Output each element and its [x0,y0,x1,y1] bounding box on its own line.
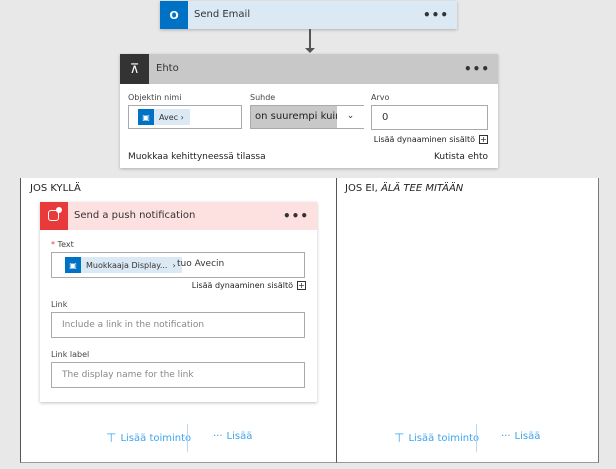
more-label: Lisää [514,431,541,442]
relation-label: Suhde [250,93,276,102]
push-notification-card: Send a push notification ••• * Text ▣ Mu… [40,202,317,402]
divider [476,424,477,452]
divider [187,424,188,452]
advanced-mode-link[interactable]: Muokkaa kehittyneessä tilassa [128,152,266,162]
condition-title: Ehto [156,63,179,74]
collapse-condition-link[interactable]: Kutista ehto [434,152,488,162]
no-branch-italic: ÄLÄ TEE MITÄÄN [380,183,464,194]
value-label: Arvo [371,93,390,102]
outlook-icon: O [160,1,188,29]
condition-icon: ⊼ [120,54,149,84]
ellipsis-icon: ··· [213,431,223,442]
more-options-icon[interactable]: ••• [423,8,449,22]
more-label: Lisää [226,431,253,442]
push-title: Send a push notification [74,210,196,221]
relation-select[interactable]: on suurempi kuin ⌄ [250,105,364,129]
object-label: Objektin nimi [128,93,182,102]
modifier-display-token[interactable]: ▣ Muokkaaja Display... › [65,257,182,273]
text-label: * Text [51,240,74,249]
link-label-input[interactable]: The display name for the link [51,362,305,388]
condition-card: ⊼ Ehto ••• Objektin nimi ▣ Avec › Suhde … [120,54,498,168]
link-label-label: Link label [51,350,90,359]
text-label-text: Text [57,240,74,249]
required-mark: * [51,240,55,249]
text-suffix: tuo Avecin [177,259,225,269]
add-dynamic-label: Lisää dynaaminen sisältö [373,135,475,144]
add-action-label: Lisää toiminto [408,432,480,444]
relation-value: on suurempi kuin [255,111,342,122]
no-branch-prefix: JOS EI, [345,183,381,194]
token-label: Avec [159,112,179,122]
add-action-icon: ⊤ [106,431,117,445]
token-label: Muokkaaja Display... [86,260,168,270]
more-options-icon[interactable]: ••• [464,62,490,76]
value-text: 0 [382,112,389,123]
chevron-down-icon[interactable]: ⌄ [337,106,364,128]
object-input[interactable]: ▣ Avec › [128,105,242,129]
outlook-icon: ▣ [65,257,81,273]
add-dynamic-label: Lisää dynaaminen sisältö [191,281,293,290]
ellipsis-icon: ··· [501,431,511,442]
avec-token[interactable]: ▣ Avec › [138,109,190,125]
add-dynamic-content-button[interactable]: Lisää dynaaminen sisältö + [192,281,306,290]
link-placeholder: Include a link in the notification [62,320,205,330]
text-input[interactable]: ▣ Muokkaaja Display... › tuo Avecin [51,252,305,278]
add-dynamic-content-button[interactable]: Lisää dynaaminen sisältö + [374,135,488,144]
send-email-title: Send Email [194,9,251,20]
plus-icon: + [479,135,488,144]
push-header[interactable]: Send a push notification ••• [40,202,317,230]
link-input[interactable]: Include a link in the notification [51,312,305,338]
yes-more-button[interactable]: ··· Lisää [213,431,252,442]
condition-header[interactable]: ⊼ Ehto ••• [120,54,498,84]
plus-icon: + [297,281,306,290]
no-more-button[interactable]: ··· Lisää [501,431,540,442]
connector-arrow [309,29,311,49]
send-email-card[interactable]: O Send Email ••• [160,1,457,29]
arrow-head-icon [305,48,315,53]
link-label: Link [51,300,68,309]
add-action-label: Lisää toiminto [120,432,192,444]
outlook-icon: ▣ [138,109,154,125]
notification-icon [40,202,68,230]
more-options-icon[interactable]: ••• [283,209,309,223]
yes-branch-title: JOS KYLLÄ [30,183,81,194]
no-add-action-button[interactable]: ⊤ Lisää toiminto [394,431,479,445]
link-label-placeholder: The display name for the link [62,370,194,380]
no-branch-title: JOS EI, ÄLÄ TEE MITÄÄN [345,183,463,194]
yes-add-action-button[interactable]: ⊤ Lisää toiminto [106,431,191,445]
no-branch-panel: JOS EI, ÄLÄ TEE MITÄÄN [337,178,599,463]
value-input[interactable]: 0 [371,105,488,130]
add-action-icon: ⊤ [394,431,405,445]
